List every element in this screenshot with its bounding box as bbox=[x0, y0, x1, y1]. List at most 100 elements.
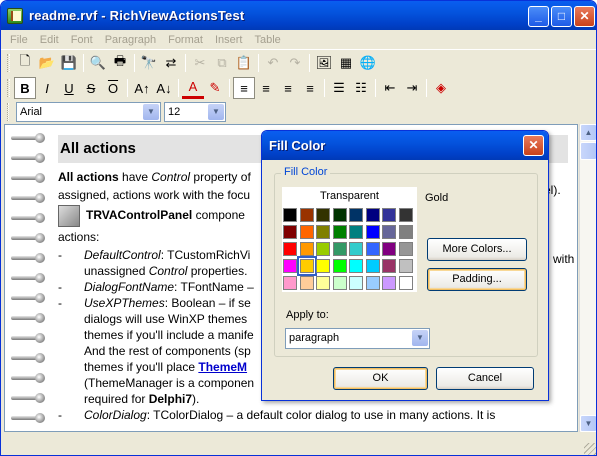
transparent-option[interactable]: Transparent bbox=[282, 187, 417, 205]
color-swatch[interactable] bbox=[332, 242, 347, 256]
dialog-close-button[interactable]: ✕ bbox=[523, 135, 544, 156]
cut-icon[interactable]: ✂ bbox=[189, 52, 211, 74]
color-swatch[interactable] bbox=[398, 208, 413, 222]
color-swatch[interactable] bbox=[382, 276, 396, 290]
highlight-color-icon[interactable]: ✎ bbox=[204, 77, 226, 99]
padding-button[interactable]: Padding... bbox=[427, 268, 527, 291]
overline-icon[interactable]: O bbox=[102, 77, 124, 99]
color-swatch[interactable] bbox=[382, 259, 396, 273]
apply-to-select[interactable]: paragraph ▼ bbox=[285, 328, 430, 349]
redo-icon[interactable]: ↷ bbox=[284, 52, 306, 74]
paste-icon[interactable]: 📋 bbox=[233, 52, 255, 74]
find-icon[interactable]: 🔭 bbox=[138, 52, 160, 74]
ok-button[interactable]: OK bbox=[333, 367, 428, 390]
color-swatch[interactable] bbox=[296, 256, 317, 276]
maximize-button[interactable]: □ bbox=[551, 6, 572, 27]
color-swatch[interactable] bbox=[349, 242, 363, 256]
color-swatch[interactable] bbox=[283, 242, 297, 256]
strikeout-icon[interactable]: S bbox=[80, 77, 102, 99]
color-swatch[interactable] bbox=[316, 225, 330, 239]
color-swatch[interactable] bbox=[349, 259, 363, 273]
print-icon[interactable]: 🖶 bbox=[109, 52, 131, 74]
color-swatch[interactable] bbox=[299, 242, 314, 256]
dialog-title[interactable]: Fill Color bbox=[262, 131, 548, 160]
color-swatch[interactable] bbox=[382, 242, 396, 256]
menu-font[interactable]: Font bbox=[65, 34, 99, 46]
new-document-icon[interactable]: 🗋 bbox=[14, 52, 36, 74]
color-swatch[interactable] bbox=[349, 225, 363, 239]
color-swatch[interactable] bbox=[332, 276, 347, 290]
color-swatch[interactable] bbox=[283, 259, 297, 273]
font-color-icon[interactable]: A bbox=[182, 77, 204, 99]
scroll-up-arrow-icon[interactable]: ▲ bbox=[580, 124, 596, 141]
color-swatch[interactable] bbox=[332, 208, 347, 222]
color-swatch[interactable] bbox=[365, 276, 380, 290]
font-name-combo[interactable]: Arial ▼ bbox=[16, 102, 161, 122]
resize-grip-icon[interactable] bbox=[584, 443, 596, 455]
menu-format[interactable]: Format bbox=[162, 34, 209, 46]
cancel-button[interactable]: Cancel bbox=[436, 367, 534, 390]
color-swatch[interactable] bbox=[299, 225, 314, 239]
menu-insert[interactable]: Insert bbox=[209, 34, 249, 46]
align-right-icon[interactable]: ≡ bbox=[277, 77, 299, 99]
align-left-icon[interactable]: ≡ bbox=[233, 77, 255, 99]
color-swatch[interactable] bbox=[283, 276, 297, 290]
color-swatch[interactable] bbox=[349, 276, 363, 290]
color-swatch[interactable] bbox=[382, 225, 396, 239]
color-swatch[interactable] bbox=[316, 276, 330, 290]
replace-icon[interactable]: ⇄ bbox=[160, 52, 182, 74]
print-preview-icon[interactable]: 🔍 bbox=[87, 52, 109, 74]
insert-picture-icon[interactable]: 🖼 bbox=[313, 52, 335, 74]
save-icon[interactable]: 💾 bbox=[58, 52, 80, 74]
bold-icon[interactable]: B bbox=[14, 77, 36, 99]
vertical-scrollbar[interactable]: ▲ ▼ bbox=[579, 124, 596, 432]
insert-table-icon[interactable]: ▦ bbox=[335, 52, 357, 74]
color-swatch[interactable] bbox=[382, 208, 396, 222]
thememanager-link[interactable]: ThemeM bbox=[198, 360, 247, 374]
color-swatch[interactable] bbox=[398, 225, 413, 239]
italic-icon[interactable]: I bbox=[36, 77, 58, 99]
font-size-combo[interactable]: 12 ▼ bbox=[164, 102, 226, 122]
increase-indent-icon[interactable]: ⇥ bbox=[401, 77, 423, 99]
color-swatch[interactable] bbox=[283, 225, 297, 239]
bullets-icon[interactable]: ☰ bbox=[328, 77, 350, 99]
underline-icon[interactable]: U bbox=[58, 77, 80, 99]
chevron-down-icon[interactable]: ▼ bbox=[208, 104, 224, 120]
insert-hyperlink-icon[interactable]: 🌐 bbox=[357, 52, 379, 74]
color-swatch[interactable] bbox=[299, 276, 314, 290]
color-swatch[interactable] bbox=[332, 225, 347, 239]
color-swatch[interactable] bbox=[398, 276, 413, 290]
decrease-indent-icon[interactable]: ⇤ bbox=[379, 77, 401, 99]
undo-icon[interactable]: ↶ bbox=[262, 52, 284, 74]
close-button[interactable]: ✕ bbox=[574, 6, 595, 27]
color-swatch[interactable] bbox=[365, 208, 380, 222]
menu-paragraph[interactable]: Paragraph bbox=[99, 34, 162, 46]
color-swatch[interactable] bbox=[365, 259, 380, 273]
fill-color-icon[interactable]: ◈ bbox=[430, 77, 452, 99]
menu-table[interactable]: Table bbox=[248, 34, 286, 46]
more-colors-button[interactable]: More Colors... bbox=[427, 238, 527, 261]
menu-edit[interactable]: Edit bbox=[34, 34, 65, 46]
color-swatch[interactable] bbox=[365, 225, 380, 239]
color-swatch[interactable] bbox=[316, 242, 330, 256]
scroll-down-arrow-icon[interactable]: ▼ bbox=[580, 415, 596, 432]
color-swatch[interactable] bbox=[332, 259, 347, 273]
color-swatch[interactable] bbox=[316, 259, 330, 273]
shrink-font-icon[interactable]: A↓ bbox=[153, 77, 175, 99]
chevron-down-icon[interactable]: ▼ bbox=[412, 330, 428, 346]
minimize-button[interactable]: _ bbox=[528, 6, 549, 27]
justify-icon[interactable]: ≡ bbox=[299, 77, 321, 99]
title-bar[interactable]: readme.rvf - RichViewActionsTest _ □ ✕ bbox=[1, 1, 596, 30]
color-swatch[interactable] bbox=[398, 259, 413, 273]
color-swatch[interactable] bbox=[299, 208, 314, 222]
grow-font-icon[interactable]: A↑ bbox=[131, 77, 153, 99]
menu-file[interactable]: File bbox=[4, 34, 34, 46]
color-swatch[interactable] bbox=[316, 208, 330, 222]
color-swatch[interactable] bbox=[283, 208, 297, 222]
numbering-icon[interactable]: ☷ bbox=[350, 77, 372, 99]
color-swatch[interactable] bbox=[349, 208, 363, 222]
copy-icon[interactable]: ⧉ bbox=[211, 52, 233, 74]
open-icon[interactable]: 📂 bbox=[36, 52, 58, 74]
chevron-down-icon[interactable]: ▼ bbox=[143, 104, 159, 120]
color-swatch[interactable] bbox=[398, 242, 413, 256]
